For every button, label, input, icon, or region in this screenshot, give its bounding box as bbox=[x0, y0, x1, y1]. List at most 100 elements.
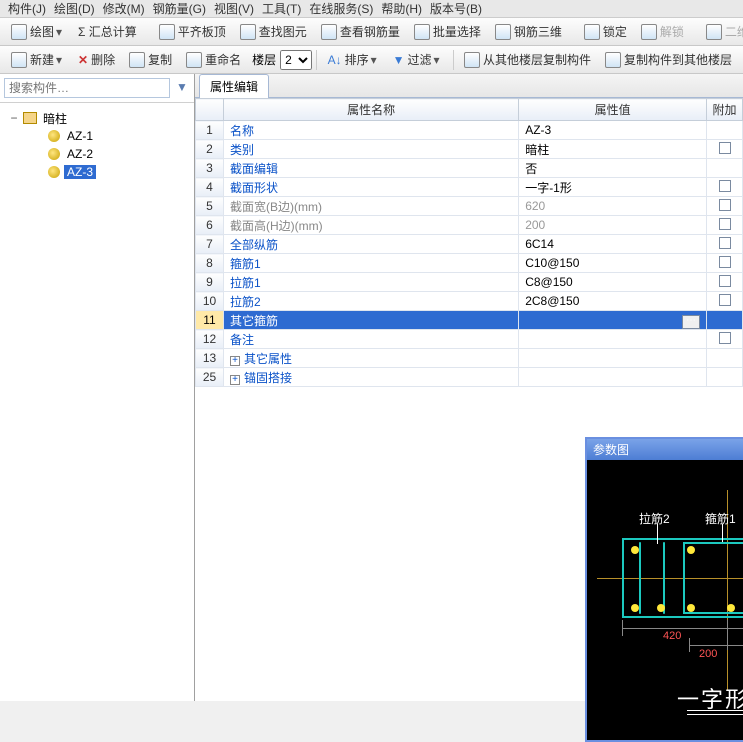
prop-value[interactable]: 暗柱 bbox=[519, 140, 707, 159]
reinf-3d-button[interactable]: 钢筋三维 bbox=[488, 20, 569, 43]
table-row[interactable]: 7全部纵筋6C14 bbox=[196, 235, 743, 254]
flat-button[interactable]: 平齐板顶 bbox=[152, 20, 233, 43]
copy-button[interactable]: 复制 bbox=[122, 48, 179, 71]
view-reinforcement-button[interactable]: 查看钢筋量 bbox=[314, 20, 407, 43]
prop-value[interactable]: 6C14 bbox=[519, 235, 707, 254]
copy-from-floor-button[interactable]: 从其他楼层复制构件 bbox=[457, 48, 598, 71]
toolbar-primary: 绘图▾ Σ 汇总计算 平齐板顶 查找图元 查看钢筋量 批量选择 钢筋三维 锁定 … bbox=[0, 18, 743, 46]
prop-value[interactable]: C8@150 bbox=[519, 273, 707, 292]
sum-button[interactable]: Σ 汇总计算 bbox=[71, 20, 144, 43]
gear-icon bbox=[48, 130, 60, 142]
menu-item[interactable]: 修改(M) bbox=[99, 0, 149, 17]
unlock-button[interactable]: 解锁 bbox=[634, 20, 691, 43]
tab-property-edit[interactable]: 属性编辑 bbox=[199, 74, 269, 98]
ellipsis-button[interactable]: ⋯ bbox=[682, 315, 700, 329]
extra-checkbox[interactable] bbox=[719, 275, 731, 287]
gear-icon bbox=[48, 148, 60, 160]
menu-item[interactable]: 帮助(H) bbox=[377, 0, 426, 17]
prop-value[interactable] bbox=[519, 349, 707, 368]
prop-value[interactable]: 2C8@150 bbox=[519, 292, 707, 311]
prop-name: 备注 bbox=[224, 330, 519, 349]
table-row[interactable]: 6截面高(H边)(mm)200 bbox=[196, 216, 743, 235]
table-row[interactable]: 25+锚固搭接 bbox=[196, 368, 743, 387]
tree-root[interactable]: − 暗柱 bbox=[4, 109, 190, 127]
menu-bar: 构件(J) 绘图(D) 修改(M) 钢筋量(G) 视图(V) 工具(T) 在线服… bbox=[0, 0, 743, 18]
row-number: 2 bbox=[196, 140, 224, 159]
table-row[interactable]: 13+其它属性 bbox=[196, 349, 743, 368]
parameter-diagram-popup: 参数图 bbox=[585, 437, 743, 742]
table-row[interactable]: 3截面编辑否 bbox=[196, 159, 743, 178]
export-icon bbox=[605, 52, 621, 68]
table-row[interactable]: 9拉筋1C8@150 bbox=[196, 273, 743, 292]
extra-cell bbox=[707, 216, 743, 235]
row-number: 13 bbox=[196, 349, 224, 368]
extra-checkbox[interactable] bbox=[719, 142, 731, 154]
draw-button[interactable]: 绘图▾ bbox=[4, 20, 71, 43]
lock-button[interactable]: 锁定 bbox=[577, 20, 634, 43]
menu-item[interactable]: 视图(V) bbox=[210, 0, 258, 17]
batch-select-button[interactable]: 批量选择 bbox=[407, 20, 488, 43]
search-input[interactable] bbox=[4, 78, 170, 98]
prop-value[interactable] bbox=[519, 330, 707, 349]
extra-checkbox[interactable] bbox=[719, 237, 731, 249]
tree-item-selected[interactable]: AZ-3 bbox=[4, 163, 190, 181]
copy-to-floor-button[interactable]: 复制构件到其他楼层 bbox=[598, 48, 739, 71]
menu-item[interactable]: 钢筋量(G) bbox=[149, 0, 210, 17]
table-row[interactable]: 5截面宽(B边)(mm)620 bbox=[196, 197, 743, 216]
row-number: 6 bbox=[196, 216, 224, 235]
prop-value[interactable]: 否 bbox=[519, 159, 707, 178]
extra-checkbox[interactable] bbox=[719, 180, 731, 192]
expand-icon[interactable]: + bbox=[230, 356, 240, 366]
table-row[interactable]: 4截面形状一字-1形 bbox=[196, 178, 743, 197]
prop-value[interactable]: ⋯ bbox=[519, 311, 707, 330]
filter-button[interactable]: ▼过滤▾ bbox=[386, 48, 449, 71]
prop-value[interactable]: AZ-3 bbox=[519, 121, 707, 140]
col-prop-value: 属性值 bbox=[519, 99, 707, 121]
row-number: 9 bbox=[196, 273, 224, 292]
tree-item[interactable]: AZ-2 bbox=[4, 145, 190, 163]
popup-title: 参数图 bbox=[587, 439, 743, 460]
prop-name: 全部纵筋 bbox=[224, 235, 519, 254]
delete-button[interactable]: ✕删除 bbox=[71, 48, 122, 71]
2d-button[interactable]: 二维▾ bbox=[699, 20, 743, 43]
extra-checkbox[interactable] bbox=[719, 199, 731, 211]
table-row[interactable]: 12备注 bbox=[196, 330, 743, 349]
tree-item[interactable]: AZ-1 bbox=[4, 127, 190, 145]
prop-value[interactable]: C10@150 bbox=[519, 254, 707, 273]
section-diagram: 拉筋2 箍筋1 拉筋1 100 100 420 bbox=[587, 460, 743, 740]
prop-name: 截面宽(B边)(mm) bbox=[224, 197, 519, 216]
prop-value[interactable]: 200 bbox=[519, 216, 707, 235]
prop-value[interactable] bbox=[519, 368, 707, 387]
sort-button[interactable]: A↓排序▾ bbox=[321, 48, 386, 71]
rename-icon bbox=[186, 52, 202, 68]
expand-icon[interactable]: + bbox=[230, 375, 240, 385]
prop-name: 截面高(H边)(mm) bbox=[224, 216, 519, 235]
menu-item[interactable]: 版本号(B) bbox=[426, 0, 486, 17]
copy-icon bbox=[129, 52, 145, 68]
gear-icon bbox=[48, 166, 60, 178]
extra-checkbox[interactable] bbox=[719, 256, 731, 268]
select-icon bbox=[414, 24, 430, 40]
collapse-icon[interactable]: − bbox=[8, 111, 20, 125]
table-row[interactable]: 1名称AZ-3 bbox=[196, 121, 743, 140]
prop-name: 拉筋1 bbox=[224, 273, 519, 292]
prop-value[interactable]: 620 bbox=[519, 197, 707, 216]
menu-item[interactable]: 工具(T) bbox=[258, 0, 305, 17]
extra-checkbox[interactable] bbox=[719, 218, 731, 230]
floor-select[interactable]: 2 bbox=[280, 50, 312, 70]
menu-item[interactable]: 在线服务(S) bbox=[305, 0, 377, 17]
new-button[interactable]: 新建▾ bbox=[4, 48, 71, 71]
prop-value[interactable]: 一字-1形 bbox=[519, 178, 707, 197]
extra-checkbox[interactable] bbox=[719, 294, 731, 306]
table-row[interactable]: 2类别暗柱 bbox=[196, 140, 743, 159]
rename-button[interactable]: 重命名 bbox=[179, 48, 248, 71]
filter-icon[interactable]: ▼ bbox=[174, 80, 190, 96]
table-row[interactable]: 10拉筋22C8@150 bbox=[196, 292, 743, 311]
menu-item[interactable]: 构件(J) bbox=[4, 0, 50, 17]
find-element-button[interactable]: 查找图元 bbox=[233, 20, 314, 43]
extra-checkbox[interactable] bbox=[719, 332, 731, 344]
corner-cell bbox=[196, 99, 224, 121]
table-row[interactable]: 8箍筋1C10@150 bbox=[196, 254, 743, 273]
table-row[interactable]: 11其它箍筋⋯ bbox=[196, 311, 743, 330]
menu-item[interactable]: 绘图(D) bbox=[50, 0, 99, 17]
